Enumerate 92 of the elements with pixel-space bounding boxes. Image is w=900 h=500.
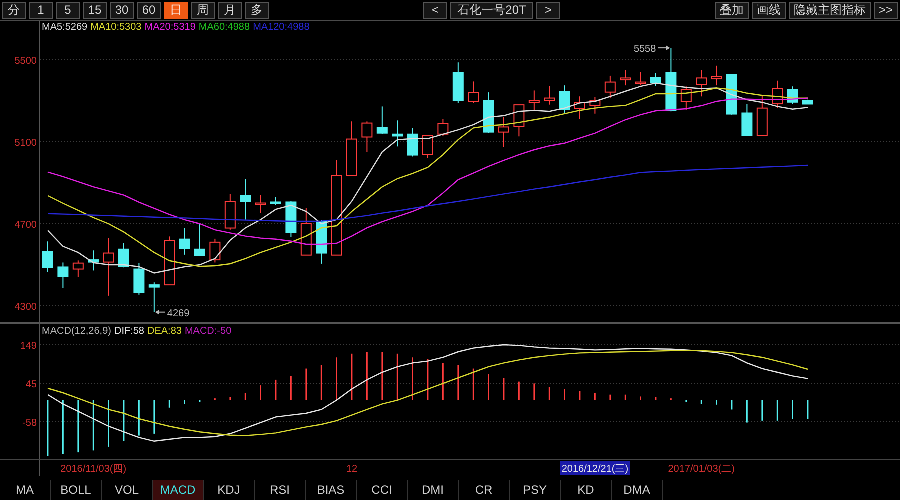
- candlestick: [711, 65, 722, 86]
- toolbar-button[interactable]: 画线: [752, 2, 786, 18]
- candlestick: [559, 85, 570, 114]
- candlestick: [72, 260, 84, 278]
- axis-label: 45: [26, 380, 37, 391]
- candlestick: [726, 74, 738, 116]
- candlestick: [316, 220, 328, 264]
- candlestick: [514, 104, 525, 138]
- next-button[interactable]: >: [536, 2, 560, 18]
- candlestick: [635, 72, 646, 86]
- price-label: 4269: [167, 308, 190, 320]
- legend-label: MA60:4988: [198, 22, 250, 33]
- candlestick: [483, 92, 494, 134]
- candlestick: [528, 90, 540, 112]
- candlestick: [103, 238, 114, 296]
- candlestick: [802, 99, 814, 105]
- period-tab[interactable]: 月: [218, 2, 242, 18]
- period-tab[interactable]: 分: [2, 2, 26, 18]
- axis-label: -58: [22, 418, 37, 430]
- candlestick: [590, 96, 601, 114]
- toolbar-button[interactable]: 叠加: [714, 2, 749, 18]
- legend-label: DIF:58: [114, 326, 144, 337]
- axis-label: 5100: [14, 138, 37, 149]
- candlestick: [742, 104, 753, 136]
- candlestick: [680, 86, 692, 110]
- candlestick: [148, 282, 160, 313]
- date-label: 12: [346, 464, 358, 475]
- chart-title: MACD(12,26,9): [42, 326, 112, 337]
- candlestick: [346, 121, 358, 176]
- candlestick: [270, 196, 282, 206]
- candlestick: [300, 208, 312, 256]
- candlestick: [224, 194, 236, 230]
- candlestick: [544, 86, 556, 106]
- legend-label: MA20:5319: [144, 22, 196, 33]
- candlestick: [452, 62, 464, 104]
- period-tab[interactable]: 15: [83, 2, 107, 18]
- legend-label: DEA:83: [147, 326, 182, 337]
- period-tab[interactable]: 周: [191, 2, 215, 18]
- x-tick-label: 2016/12/21(三): [562, 464, 629, 475]
- candlestick: [164, 236, 176, 286]
- period-tab[interactable]: 30: [110, 2, 134, 18]
- candlestick: [240, 178, 252, 220]
- legend-label: MA10:5303: [90, 22, 142, 33]
- period-tab[interactable]: 多: [245, 2, 269, 18]
- candlestick: [362, 121, 373, 153]
- axis-label: 4300: [14, 302, 37, 313]
- candlestick: [42, 241, 54, 273]
- candlestick: [604, 75, 616, 99]
- period-tab[interactable]: 60: [137, 2, 161, 18]
- arrow: [658, 46, 670, 51]
- price-label: 5558: [634, 44, 656, 56]
- candlestick: [210, 238, 221, 264]
- candlestick: [787, 86, 798, 105]
- toolbar-button[interactable]: 隐藏主图指标: [788, 2, 871, 18]
- candlestick: [666, 48, 677, 112]
- legend-label: MA5:5269: [42, 22, 88, 33]
- candlestick: [118, 242, 130, 268]
- candlestick: [574, 96, 586, 120]
- candlestick: [422, 134, 434, 159]
- axis-label: 4700: [14, 220, 37, 231]
- candlestick: [179, 228, 190, 256]
- candlestick: [134, 262, 145, 296]
- candlestick: [468, 81, 480, 104]
- legend-label: MACD:-50: [184, 326, 232, 337]
- candlestick: [756, 96, 768, 136]
- previous-button[interactable]: <: [423, 2, 448, 18]
- axis-label: 5500: [14, 56, 37, 67]
- toolbar-button[interactable]: >>: [874, 2, 898, 18]
- candlestick: [58, 262, 69, 289]
- indicator-tab[interactable]: MACD: [153, 480, 204, 500]
- candlestick: [286, 200, 297, 238]
- candlestick: [88, 250, 100, 272]
- candlestick: [650, 72, 662, 86]
- candlestick: [696, 70, 708, 98]
- candlestick: [772, 80, 784, 109]
- candlestick: [392, 120, 404, 148]
- candlestick: [498, 116, 510, 148]
- candlestick: [255, 194, 266, 214]
- candlestick: [376, 106, 388, 134]
- date-label: 2016/11/03(四): [60, 464, 127, 475]
- axis-label: 149: [20, 340, 37, 352]
- legend-label: MA120:4988: [253, 22, 310, 33]
- cursor-date-label: 2016/12/21(三): [560, 461, 630, 475]
- candlestick: [194, 224, 206, 256]
- period-tab[interactable]: 1: [29, 2, 53, 18]
- arrow: [155, 310, 166, 315]
- candlestick: [620, 70, 632, 86]
- date-label: 2017/01/03(二): [668, 464, 735, 475]
- candlestick: [438, 118, 449, 137]
- symbol-button[interactable]: 石化一号20T: [450, 2, 534, 18]
- period-tab[interactable]: 5: [56, 2, 80, 18]
- candlestick: [407, 128, 418, 158]
